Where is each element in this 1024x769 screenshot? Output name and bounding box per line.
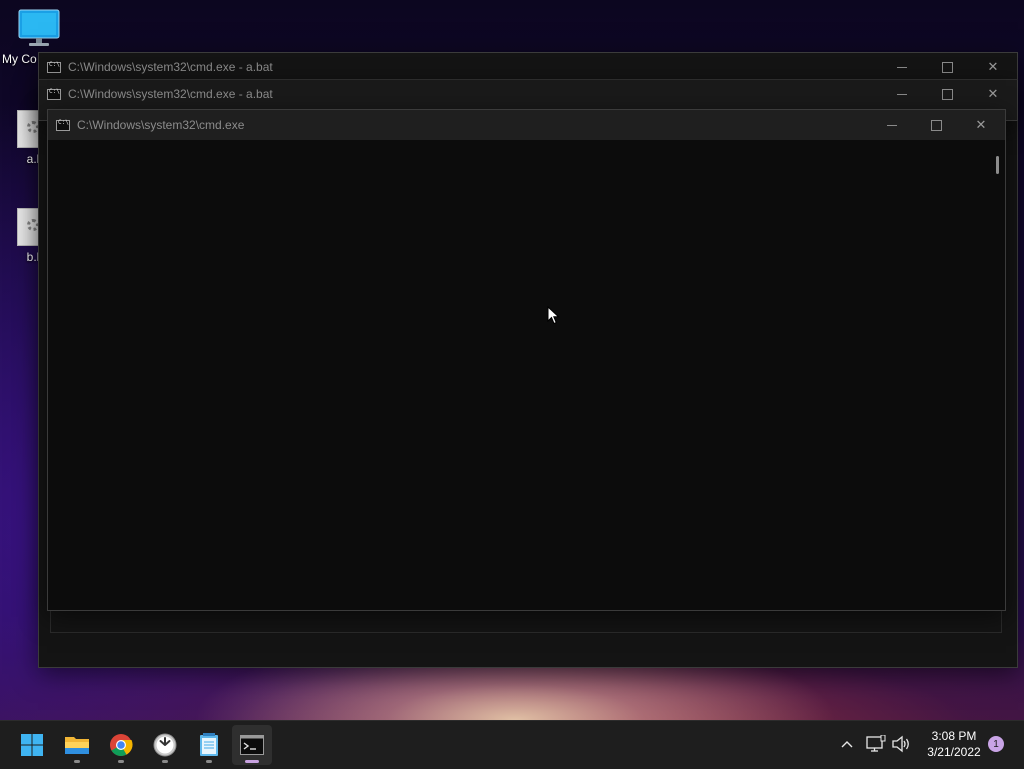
cmd-icon — [47, 88, 61, 100]
close-button[interactable] — [971, 80, 1015, 108]
window-title: C:\Windows\system32\cmd.exe - a.bat — [68, 87, 273, 101]
start-button[interactable] — [12, 725, 52, 765]
window-edge — [50, 610, 1002, 633]
close-button[interactable] — [971, 53, 1015, 81]
taskbar-command-prompt[interactable] — [232, 725, 272, 765]
console-area[interactable] — [48, 140, 1005, 610]
windows-start-icon — [21, 734, 43, 756]
running-indicator — [245, 760, 259, 763]
window-title: C:\Windows\system32\cmd.exe — [77, 118, 245, 132]
window-titlebar[interactable]: C:\Windows\system32\cmd.exe - a.bat — [39, 53, 1017, 81]
taskbar-clock-app[interactable] — [145, 725, 185, 765]
window-title: C:\Windows\system32\cmd.exe - a.bat — [68, 60, 273, 74]
minimize-button[interactable] — [880, 80, 924, 108]
network-icon[interactable] — [866, 735, 886, 753]
taskbar-file-explorer[interactable] — [57, 725, 97, 765]
cmd-icon — [56, 119, 70, 131]
maximize-button[interactable] — [925, 53, 969, 81]
running-indicator — [162, 760, 168, 763]
taskbar-chrome[interactable] — [101, 725, 141, 765]
notepad-icon — [200, 733, 218, 756]
chevron-up-icon[interactable] — [840, 738, 854, 750]
tray-clock[interactable]: 3:08 PM 3/21/2022 — [918, 729, 990, 759]
monitor-icon — [18, 9, 60, 46]
chrome-icon — [110, 734, 133, 756]
window-titlebar[interactable]: C:\Windows\system32\cmd.exe - a.bat — [39, 80, 1017, 108]
taskbar: 3:08 PM 3/21/2022 — [0, 720, 1024, 769]
cmd-icon — [47, 61, 61, 73]
mouse-cursor-icon — [547, 306, 560, 325]
file-explorer-icon — [65, 737, 89, 754]
command-prompt-icon — [240, 735, 264, 755]
running-indicator — [206, 760, 212, 763]
maximize-button[interactable] — [914, 110, 958, 140]
close-button[interactable] — [959, 110, 1003, 140]
clock-app-icon — [153, 733, 177, 757]
taskbar-notepad[interactable] — [189, 725, 229, 765]
vertical-scrollbar[interactable] — [989, 140, 1005, 610]
clock-time: 3:08 PM — [931, 729, 977, 743]
scrollbar-thumb[interactable] — [996, 156, 999, 174]
window-titlebar[interactable]: C:\Windows\system32\cmd.exe — [48, 110, 1005, 140]
minimize-button[interactable] — [870, 110, 914, 140]
running-indicator — [118, 760, 124, 763]
cmd-window-active[interactable]: C:\Windows\system32\cmd.exe — [47, 109, 1006, 611]
running-indicator — [74, 760, 80, 763]
volume-icon[interactable] — [891, 735, 911, 753]
notification-badge[interactable]: 1 — [988, 736, 1004, 752]
maximize-button[interactable] — [925, 80, 969, 108]
clock-date: 3/21/2022 — [927, 745, 981, 759]
minimize-button[interactable] — [880, 53, 924, 81]
